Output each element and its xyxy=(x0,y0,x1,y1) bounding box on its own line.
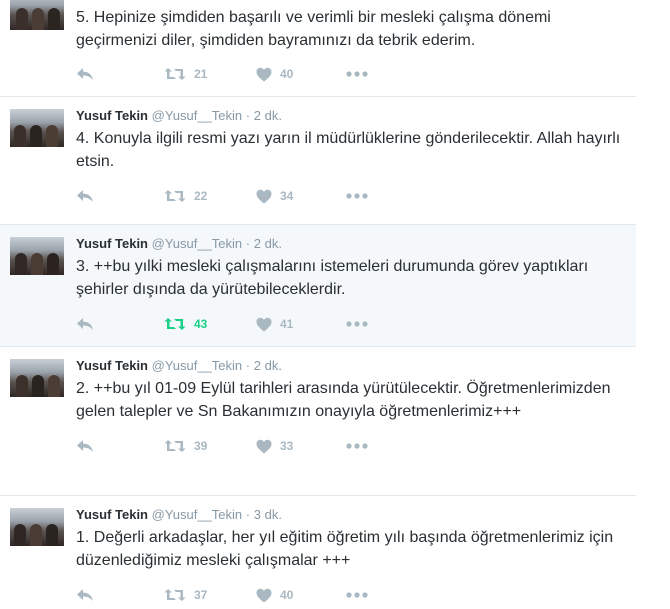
tweet-timestamp[interactable]: 2 dk. xyxy=(254,358,282,373)
reply-icon xyxy=(77,190,93,202)
retweet-count: 22 xyxy=(194,189,208,203)
tweet-text: 4. Konuyla ilgili resmi yazı yarın il mü… xyxy=(76,130,621,170)
tweet-timestamp[interactable]: 2 dk. xyxy=(254,236,282,251)
reply-button[interactable] xyxy=(76,189,164,203)
like-count: 33 xyxy=(280,439,294,453)
like-count: 41 xyxy=(280,317,294,331)
more-button[interactable] xyxy=(346,592,368,598)
reply-icon xyxy=(77,68,93,80)
more-icon xyxy=(346,443,368,449)
like-count: 34 xyxy=(280,189,294,203)
retweet-icon xyxy=(164,440,186,452)
avatar[interactable] xyxy=(10,237,64,275)
heart-icon xyxy=(256,439,272,453)
retweet-count: 21 xyxy=(194,67,208,81)
tweet-actions: 43 41 xyxy=(76,310,624,338)
author-handle[interactable]: @Yusuf__Tekin xyxy=(152,108,243,123)
tweet-text: 2. ++bu yıl 01-09 Eylül tarihleri arasın… xyxy=(76,380,611,420)
more-button[interactable] xyxy=(346,193,368,199)
heart-icon xyxy=(256,588,272,602)
retweet-button[interactable]: 22 xyxy=(164,189,256,203)
more-icon xyxy=(346,321,368,327)
author-name[interactable]: Yusuf Tekin xyxy=(76,358,148,373)
more-icon xyxy=(346,71,368,77)
author-name[interactable]: Yusuf Tekin xyxy=(76,236,148,251)
like-button[interactable]: 41 xyxy=(256,317,346,332)
reply-button[interactable] xyxy=(76,317,164,331)
author-name[interactable]: Yusuf Tekin xyxy=(76,108,148,123)
retweet-button[interactable]: 37 xyxy=(164,588,256,602)
more-button[interactable] xyxy=(346,71,368,77)
reply-button[interactable] xyxy=(76,439,164,453)
reply-icon xyxy=(77,440,93,452)
author-name[interactable]: Yusuf Tekin xyxy=(76,507,148,522)
tweet[interactable]: Yusuf Tekin @Yusuf__Tekin · 2 dk. 2. ++b… xyxy=(0,347,636,496)
author-handle[interactable]: @Yusuf__Tekin xyxy=(152,236,243,251)
avatar[interactable] xyxy=(10,359,64,397)
avatar[interactable] xyxy=(10,508,64,546)
tweet[interactable]: Yusuf Tekin @Yusuf__Tekin · 2 dk. 4. Kon… xyxy=(0,97,636,225)
separator-dot: · xyxy=(245,507,251,522)
like-button[interactable]: 40 xyxy=(256,588,346,603)
more-button[interactable] xyxy=(346,443,368,449)
author-handle[interactable]: @Yusuf__Tekin xyxy=(152,507,243,522)
tweet-header: Yusuf Tekin @Yusuf__Tekin · 2 dk. xyxy=(76,235,624,253)
like-button[interactable]: 34 xyxy=(256,189,346,204)
retweet-icon xyxy=(164,190,186,202)
separator-dot: · xyxy=(245,108,251,123)
more-button[interactable] xyxy=(346,321,368,327)
reply-icon xyxy=(77,318,93,330)
more-icon xyxy=(346,193,368,199)
tweet-actions: 22 34 xyxy=(76,182,624,210)
tweet-header: Yusuf Tekin @Yusuf__Tekin · 2 dk. xyxy=(76,357,624,375)
avatar[interactable] xyxy=(10,0,64,30)
tweet-timeline: 5. Hepinize şimdiden başarılı ve verimli… xyxy=(0,0,636,607)
author-handle[interactable]: @Yusuf__Tekin xyxy=(152,358,243,373)
tweet-text: 3. ++bu yılki mesleki çalışmalarını iste… xyxy=(76,258,589,298)
retweet-count: 43 xyxy=(194,317,208,331)
retweet-icon xyxy=(164,318,186,330)
like-button[interactable]: 40 xyxy=(256,67,346,82)
reply-button[interactable] xyxy=(76,67,164,81)
retweet-icon xyxy=(164,68,186,80)
retweet-count: 37 xyxy=(194,588,208,602)
tweet-timestamp[interactable]: 2 dk. xyxy=(254,108,282,123)
retweet-button[interactable]: 43 xyxy=(164,317,256,331)
tweet[interactable]: Yusuf Tekin @Yusuf__Tekin · 2 dk. 3. ++b… xyxy=(0,225,636,347)
reply-icon xyxy=(77,589,93,601)
tweet[interactable]: Yusuf Tekin @Yusuf__Tekin · 3 dk. 1. Değ… xyxy=(0,496,636,607)
tweet-header: Yusuf Tekin @Yusuf__Tekin · 2 dk. xyxy=(76,107,624,125)
reply-button[interactable] xyxy=(76,588,164,602)
tweet-actions: 21 40 xyxy=(76,60,624,88)
tweet-timestamp[interactable]: 3 dk. xyxy=(254,507,282,522)
separator-dot: · xyxy=(245,358,251,373)
tweet-text: 5. Hepinize şimdiden başarılı ve verimli… xyxy=(76,9,551,49)
more-icon xyxy=(346,592,368,598)
retweet-button[interactable]: 21 xyxy=(164,67,256,81)
separator-dot: · xyxy=(245,236,251,251)
tweet[interactable]: 5. Hepinize şimdiden başarılı ve verimli… xyxy=(0,0,636,97)
heart-icon xyxy=(256,317,272,331)
like-count: 40 xyxy=(280,588,294,602)
heart-icon xyxy=(256,67,272,81)
tweet-actions: 37 40 xyxy=(76,581,624,609)
retweet-icon xyxy=(164,589,186,601)
tweet-text: 1. Değerli arkadaşlar, her yıl eğitim öğ… xyxy=(76,529,614,569)
like-button[interactable]: 33 xyxy=(256,439,346,454)
tweet-actions: 39 33 xyxy=(76,432,624,460)
retweet-button[interactable]: 39 xyxy=(164,439,256,453)
like-count: 40 xyxy=(280,67,294,81)
tweet-header: Yusuf Tekin @Yusuf__Tekin · 3 dk. xyxy=(76,506,624,524)
avatar[interactable] xyxy=(10,109,64,147)
heart-icon xyxy=(256,189,272,203)
retweet-count: 39 xyxy=(194,439,208,453)
